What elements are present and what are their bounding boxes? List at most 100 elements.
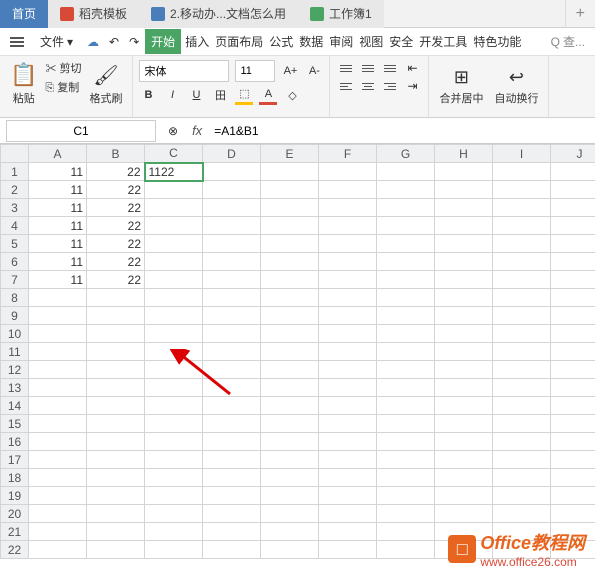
cell-I4[interactable] — [493, 217, 551, 235]
cell-I8[interactable] — [493, 289, 551, 307]
cell-E3[interactable] — [261, 199, 319, 217]
cell-I2[interactable] — [493, 181, 551, 199]
cell-D22[interactable] — [203, 541, 261, 559]
align-left-icon[interactable] — [336, 78, 356, 94]
cell-F3[interactable] — [319, 199, 377, 217]
col-header-C[interactable]: C — [145, 145, 203, 163]
cell-B21[interactable] — [87, 523, 145, 541]
row-header-15[interactable]: 15 — [1, 415, 29, 433]
row-header-16[interactable]: 16 — [1, 433, 29, 451]
cell-C18[interactable] — [145, 469, 203, 487]
cell-J10[interactable] — [551, 325, 595, 343]
cell-C2[interactable] — [145, 181, 203, 199]
cell-H11[interactable] — [435, 343, 493, 361]
cell-C20[interactable] — [145, 505, 203, 523]
bold-button[interactable]: B — [139, 85, 157, 105]
cell-A15[interactable] — [29, 415, 87, 433]
cell-A19[interactable] — [29, 487, 87, 505]
cell-B10[interactable] — [87, 325, 145, 343]
cell-C4[interactable] — [145, 217, 203, 235]
cell-G4[interactable] — [377, 217, 435, 235]
cancel-icon[interactable]: ⊗ — [162, 124, 184, 138]
cell-D13[interactable] — [203, 379, 261, 397]
cell-D7[interactable] — [203, 271, 261, 289]
file-menu[interactable]: 文件 ▾ — [32, 31, 81, 52]
increase-font-button[interactable]: A+ — [281, 61, 299, 81]
cell-E10[interactable] — [261, 325, 319, 343]
cell-I13[interactable] — [493, 379, 551, 397]
cell-A9[interactable] — [29, 307, 87, 325]
cell-F4[interactable] — [319, 217, 377, 235]
cell-E8[interactable] — [261, 289, 319, 307]
cell-D17[interactable] — [203, 451, 261, 469]
clear-format-button[interactable]: ◇ — [283, 85, 301, 105]
cell-G8[interactable] — [377, 289, 435, 307]
add-tab-button[interactable]: + — [565, 0, 595, 28]
font-name-select[interactable] — [139, 60, 229, 82]
cell-A3[interactable]: 11 — [29, 199, 87, 217]
tab-docer[interactable]: 稻壳模板 — [48, 0, 139, 28]
cell-F22[interactable] — [319, 541, 377, 559]
cell-A17[interactable] — [29, 451, 87, 469]
cut-button[interactable]: ✂ 剪切 — [45, 60, 81, 76]
cell-F13[interactable] — [319, 379, 377, 397]
cell-F19[interactable] — [319, 487, 377, 505]
cell-D6[interactable] — [203, 253, 261, 271]
cell-C22[interactable] — [145, 541, 203, 559]
format-painter-button[interactable]: 🖌 格式刷 — [85, 60, 126, 108]
cell-E15[interactable] — [261, 415, 319, 433]
cell-A7[interactable]: 11 — [29, 271, 87, 289]
cell-B6[interactable]: 22 — [87, 253, 145, 271]
cell-D12[interactable] — [203, 361, 261, 379]
row-header-5[interactable]: 5 — [1, 235, 29, 253]
align-center-icon[interactable] — [358, 78, 378, 94]
cell-C8[interactable] — [145, 289, 203, 307]
row-header-10[interactable]: 10 — [1, 325, 29, 343]
cell-B20[interactable] — [87, 505, 145, 523]
cell-C14[interactable] — [145, 397, 203, 415]
wrap-text-button[interactable]: ↩ 自动换行 — [490, 60, 542, 113]
cell-I11[interactable] — [493, 343, 551, 361]
cell-C17[interactable] — [145, 451, 203, 469]
cell-E7[interactable] — [261, 271, 319, 289]
cell-F1[interactable] — [319, 163, 377, 181]
cell-A2[interactable]: 11 — [29, 181, 87, 199]
font-color-button[interactable]: A — [259, 85, 277, 105]
cell-J3[interactable] — [551, 199, 595, 217]
cell-I15[interactable] — [493, 415, 551, 433]
cell-F10[interactable] — [319, 325, 377, 343]
cell-J6[interactable] — [551, 253, 595, 271]
row-header-20[interactable]: 20 — [1, 505, 29, 523]
cell-F9[interactable] — [319, 307, 377, 325]
row-header-14[interactable]: 14 — [1, 397, 29, 415]
row-header-8[interactable]: 8 — [1, 289, 29, 307]
fill-color-button[interactable]: ⬚ — [235, 85, 253, 105]
col-header-F[interactable]: F — [319, 145, 377, 163]
cell-H3[interactable] — [435, 199, 493, 217]
cell-D4[interactable] — [203, 217, 261, 235]
cell-B3[interactable]: 22 — [87, 199, 145, 217]
save-icon[interactable]: ☁ — [83, 35, 103, 49]
indent-decrease-icon[interactable]: ⇤ — [402, 60, 422, 76]
cell-J8[interactable] — [551, 289, 595, 307]
cell-G6[interactable] — [377, 253, 435, 271]
cell-B13[interactable] — [87, 379, 145, 397]
col-header-G[interactable]: G — [377, 145, 435, 163]
cell-B5[interactable]: 22 — [87, 235, 145, 253]
cell-I3[interactable] — [493, 199, 551, 217]
cell-C7[interactable] — [145, 271, 203, 289]
col-header-D[interactable]: D — [203, 145, 261, 163]
row-header-22[interactable]: 22 — [1, 541, 29, 559]
cell-F14[interactable] — [319, 397, 377, 415]
cell-D8[interactable] — [203, 289, 261, 307]
cell-B19[interactable] — [87, 487, 145, 505]
cell-D1[interactable] — [203, 163, 261, 181]
cell-C12[interactable] — [145, 361, 203, 379]
cell-J12[interactable] — [551, 361, 595, 379]
row-header-2[interactable]: 2 — [1, 181, 29, 199]
cell-D9[interactable] — [203, 307, 261, 325]
cell-H4[interactable] — [435, 217, 493, 235]
ribbon-tab-data[interactable]: 数据 — [297, 29, 325, 54]
cell-C11[interactable] — [145, 343, 203, 361]
cell-B4[interactable]: 22 — [87, 217, 145, 235]
